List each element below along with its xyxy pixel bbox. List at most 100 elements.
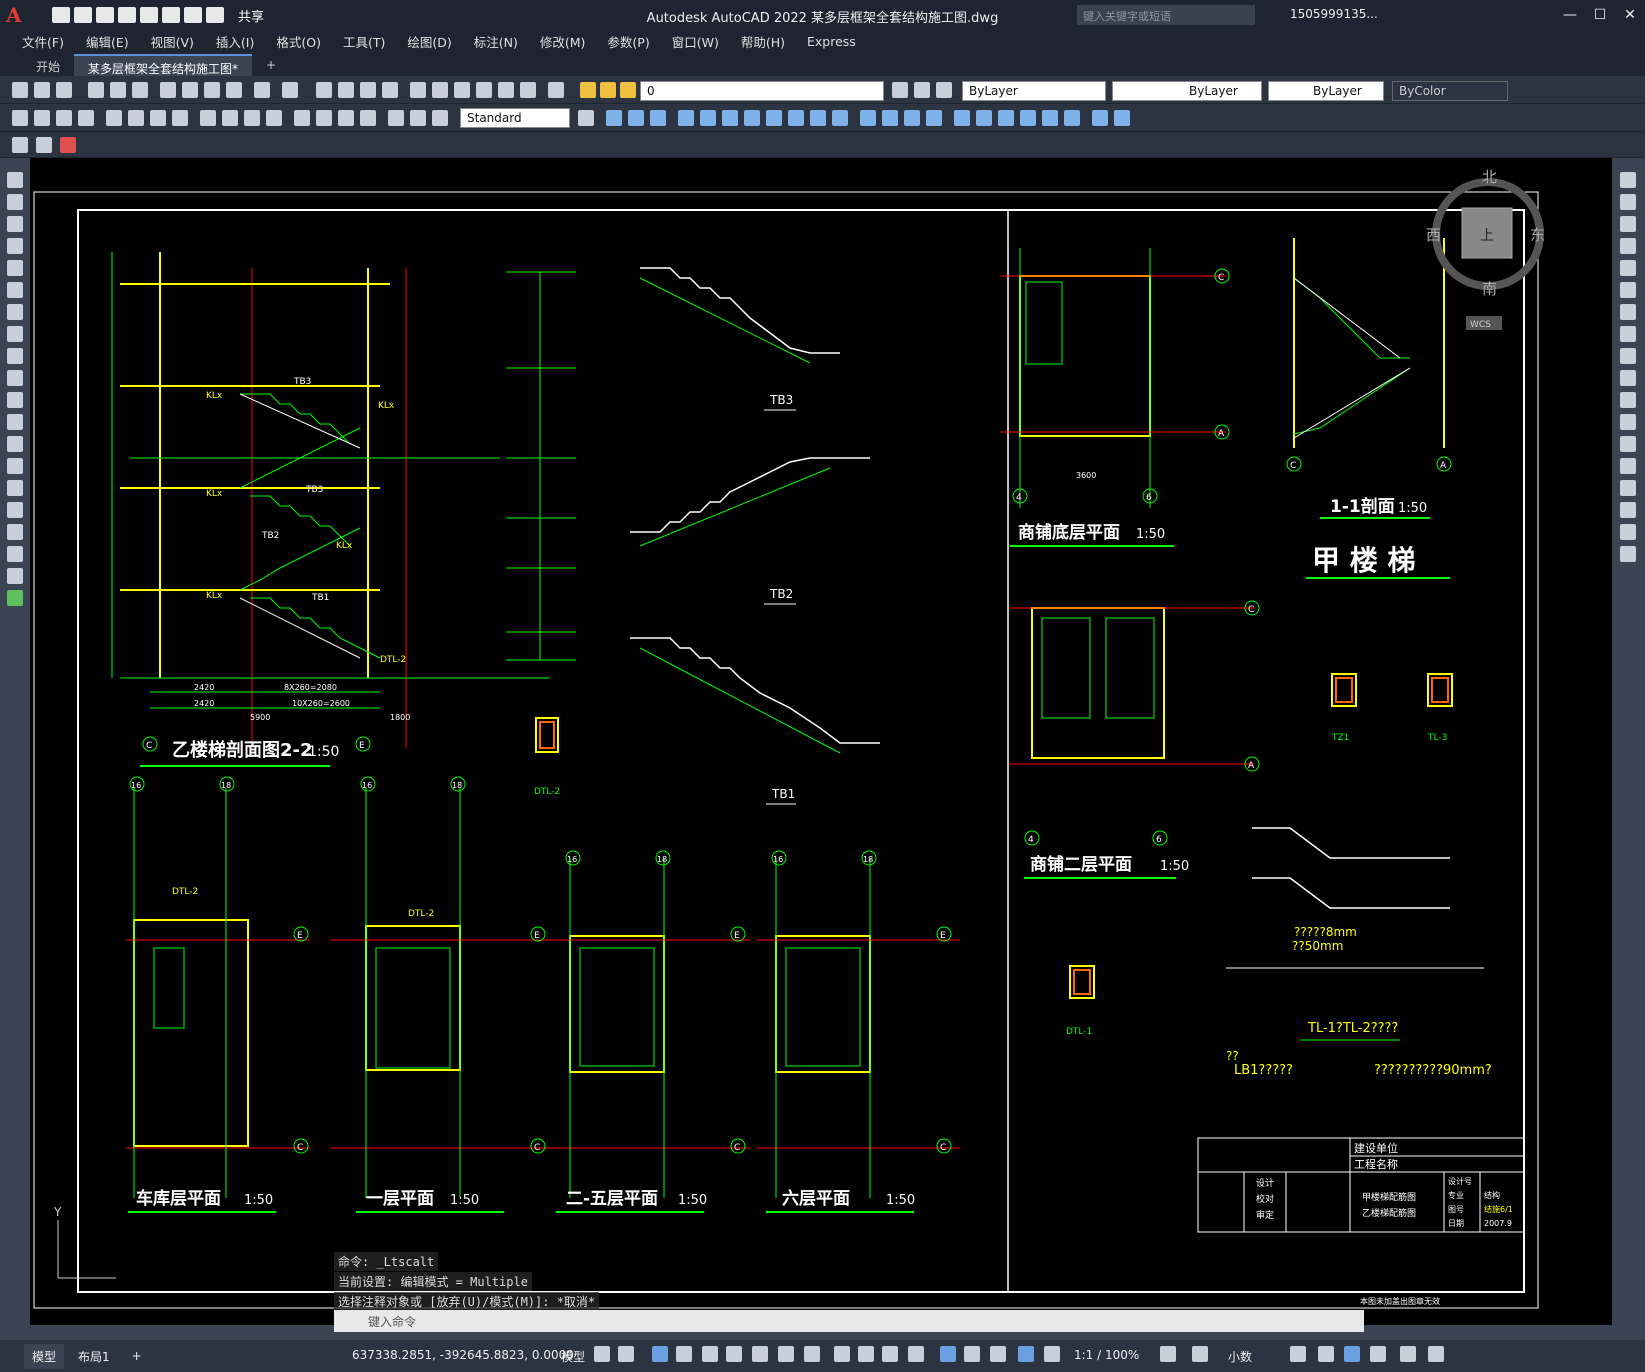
new-icon[interactable] — [52, 7, 70, 23]
sheet-set-icon[interactable] — [476, 82, 492, 98]
workspace-gear-icon[interactable] — [1160, 1346, 1176, 1362]
menu-file[interactable]: 文件(F) — [22, 32, 64, 51]
auto-scale-icon[interactable] — [1044, 1346, 1060, 1362]
fillet-tool-icon[interactable] — [1620, 502, 1636, 518]
rectangle-icon[interactable] — [7, 260, 23, 276]
menu-insert[interactable]: 插入(I) — [216, 32, 254, 51]
layer-freeze-icon[interactable] — [600, 82, 616, 98]
angular-dim-icon[interactable] — [172, 110, 188, 126]
layer-previous-icon[interactable] — [914, 82, 930, 98]
radius-dim-icon[interactable] — [106, 110, 122, 126]
print-icon[interactable] — [162, 7, 180, 23]
redo-icon[interactable] — [206, 7, 224, 23]
menu-tools[interactable]: 工具(T) — [343, 32, 385, 51]
arc-length-icon[interactable] — [56, 110, 72, 126]
chamfer-icon[interactable] — [810, 110, 826, 126]
extend-tool-icon[interactable] — [1620, 392, 1636, 408]
minimize-icon[interactable]: — — [1555, 0, 1585, 30]
design-center-icon[interactable] — [432, 82, 448, 98]
drawing-canvas[interactable]: TB3 TB3 TB2 TB1 KLx KLx KLx KLx KLx DTL-… — [30, 158, 1612, 1325]
jogged-linear-icon[interactable] — [360, 110, 376, 126]
help-icon[interactable] — [548, 82, 564, 98]
quick-dim-icon[interactable] — [200, 110, 216, 126]
lineweight-dropdown[interactable]: ByLayer — [1268, 81, 1384, 101]
trim-icon[interactable] — [744, 110, 760, 126]
print-icon[interactable] — [88, 82, 104, 98]
tab-drawing[interactable]: 某多层框架全套结构施工图* — [74, 54, 253, 76]
scale-tool-icon[interactable] — [1620, 326, 1636, 342]
polygon-icon[interactable] — [7, 238, 23, 254]
graphics-performance-icon[interactable] — [1370, 1346, 1386, 1362]
gradient-icon[interactable] — [7, 502, 23, 518]
zoom-realtime-icon[interactable] — [338, 82, 354, 98]
point-icon[interactable] — [7, 458, 23, 474]
match-properties-icon[interactable] — [226, 82, 242, 98]
layer-lock-icon[interactable] — [620, 82, 636, 98]
array-tool-icon[interactable] — [1620, 260, 1636, 276]
lengthen-icon[interactable] — [976, 110, 992, 126]
redo-icon[interactable] — [282, 82, 298, 98]
clean-screen-icon[interactable] — [1400, 1346, 1416, 1362]
open-icon[interactable] — [74, 7, 92, 23]
center-mark-icon[interactable] — [316, 110, 332, 126]
rotate-tool-icon[interactable] — [1620, 304, 1636, 320]
gizmo-icon[interactable] — [990, 1346, 1006, 1362]
tolerance-icon[interactable] — [294, 110, 310, 126]
diameter-dim-icon[interactable] — [150, 110, 166, 126]
units-dropdown[interactable]: 小数 — [1228, 1348, 1252, 1365]
aligned-dim-icon[interactable] — [34, 110, 50, 126]
offset-tool-icon[interactable] — [1620, 238, 1636, 254]
publish-icon[interactable] — [132, 82, 148, 98]
tab-add-layout[interactable]: + — [132, 1349, 142, 1363]
menu-modify[interactable]: 修改(M) — [540, 32, 586, 51]
dynamic-ucs-icon[interactable] — [940, 1346, 956, 1362]
layer-states-manager-icon[interactable] — [36, 137, 52, 153]
layer-states-icon[interactable] — [936, 82, 952, 98]
menu-dimension[interactable]: 标注(N) — [474, 32, 518, 51]
close-icon[interactable]: ✕ — [1615, 0, 1645, 30]
trim-tool-icon[interactable] — [1620, 370, 1636, 386]
undo-icon[interactable] — [184, 7, 202, 23]
snap-icon[interactable] — [618, 1346, 634, 1362]
menu-help[interactable]: 帮助(H) — [741, 32, 785, 51]
drawing-svg[interactable]: TB3 TB3 TB2 TB1 KLx KLx KLx KLx KLx DTL-… — [30, 158, 1612, 1325]
publish-icon[interactable] — [140, 7, 158, 23]
ortho-icon[interactable] — [702, 1346, 718, 1362]
model-space-toggle[interactable]: 模型 — [561, 1348, 585, 1365]
align-icon[interactable] — [998, 110, 1014, 126]
isolate-objects-icon[interactable] — [1344, 1346, 1360, 1362]
make-block-icon[interactable] — [7, 436, 23, 452]
construction-line-icon[interactable] — [7, 194, 23, 210]
dim-style-icon[interactable] — [578, 110, 594, 126]
save-as-icon[interactable] — [118, 7, 136, 23]
revcloud-icon[interactable] — [7, 326, 23, 342]
new-icon[interactable] — [12, 82, 28, 98]
explode-tool-icon[interactable] — [1620, 546, 1636, 562]
preview-icon[interactable] — [110, 82, 126, 98]
save-icon[interactable] — [96, 7, 114, 23]
menu-draw[interactable]: 绘图(D) — [407, 32, 451, 51]
inspect-icon[interactable] — [338, 110, 354, 126]
infer-constraints-icon[interactable] — [652, 1346, 668, 1362]
erase-icon[interactable] — [954, 110, 970, 126]
save-icon[interactable] — [56, 82, 72, 98]
annotation-monitor-icon[interactable] — [1192, 1346, 1208, 1362]
erase-tool-icon[interactable] — [1620, 172, 1636, 188]
hatch-tool-icon[interactable] — [7, 480, 23, 496]
color-dropdown[interactable]: ByLayer — [962, 81, 1106, 101]
rotate-icon[interactable] — [678, 110, 694, 126]
customization-icon[interactable] — [1428, 1346, 1444, 1362]
copy-object-icon[interactable] — [628, 110, 644, 126]
markup-icon[interactable] — [498, 82, 514, 98]
polyline-icon[interactable] — [7, 216, 23, 232]
share-button[interactable]: 共享 — [238, 6, 264, 25]
lock-ui-icon[interactable] — [1318, 1346, 1334, 1362]
region-icon[interactable] — [7, 524, 23, 540]
break-icon[interactable] — [904, 110, 920, 126]
grid-icon[interactable] — [594, 1346, 610, 1362]
search-input[interactable]: 键入关键字或短语 — [1077, 5, 1255, 25]
spline-icon[interactable] — [7, 348, 23, 364]
group-icon[interactable] — [1042, 110, 1058, 126]
linear-dim-icon[interactable] — [12, 110, 28, 126]
plotstyle-dropdown[interactable]: ByColor — [1392, 81, 1508, 101]
